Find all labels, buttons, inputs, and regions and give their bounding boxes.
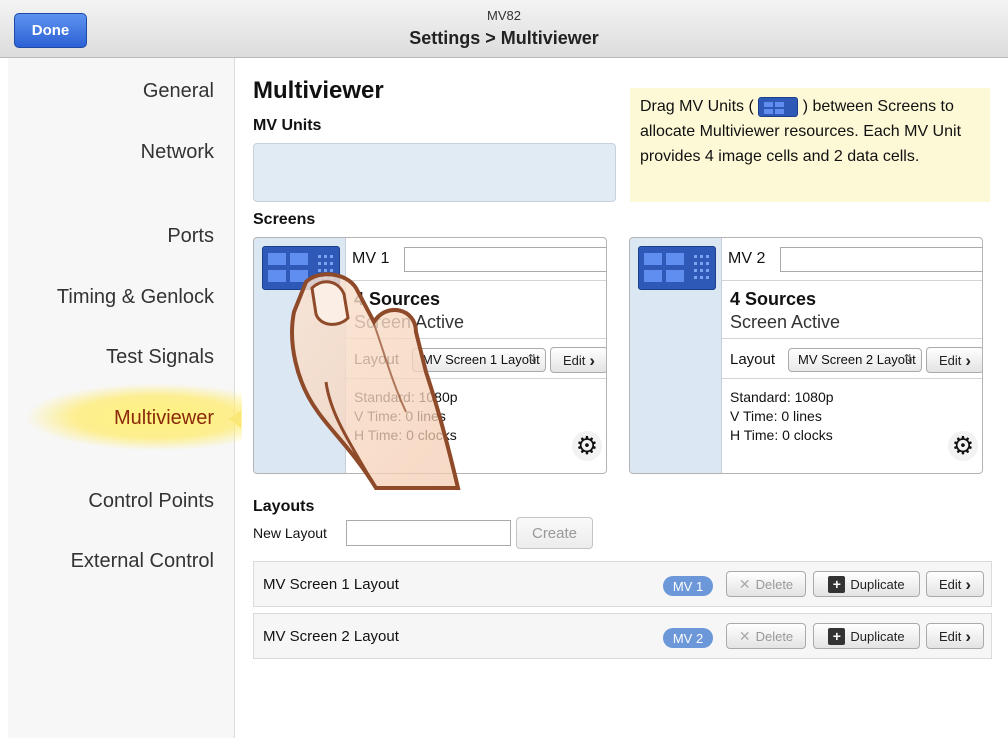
layout-selected-value: MV Screen 2 Layout [798,352,916,367]
mv-unit-icon[interactable] [262,246,340,290]
title-bar: Done MV82 Settings > Multiviewer [0,0,1008,58]
mv-unit-icon [758,96,799,117]
delete-layout-button[interactable]: ✕ Delete [726,571,806,597]
screen-sources-count: 4 Sources [730,289,817,309]
layout-select[interactable]: MV Screen 2 Layout ⇅ [788,348,922,372]
sidebar-item-ports[interactable]: Ports [167,225,214,248]
screen-name-input[interactable] [404,247,606,272]
divider [722,338,982,339]
layouts-heading: Layouts [253,498,315,515]
layout-label: Layout [354,351,400,368]
duplicate-layout-button[interactable]: + Duplicate [813,571,920,597]
edit-label: Edit [562,352,586,368]
layout-name: MV Screen 1 Layout [263,576,399,593]
screen-mv-unit-slot[interactable] [254,238,346,473]
delete-layout-button[interactable]: ✕ Delete [726,623,806,649]
delete-label: Delete [755,576,794,592]
x-icon: ✕ [738,627,751,644]
layout-name: MV Screen 2 Layout [263,628,399,645]
screen-mv-unit-slot[interactable] [630,238,722,473]
delete-label: Delete [755,628,794,644]
divider [346,280,606,281]
new-layout-label: New Layout [253,525,327,541]
h-time-info: H Time: 0 clocks [730,427,833,443]
edit-label: Edit [938,628,962,644]
screen-status: Screen Active [730,312,841,332]
mv-units-dropzone[interactable] [253,143,616,202]
h-time-info: H Time: 0 clocks [354,427,457,443]
edit-layout-button[interactable]: Edit › [926,571,984,597]
screens-heading: Screens [253,211,316,228]
chevron-right-icon: › [965,574,972,594]
layout-select[interactable]: MV Screen 1 Layout ⇅ [412,348,546,372]
chevron-right-icon: › [589,350,596,370]
help-text-start: Drag MV Units ( [640,98,754,115]
select-caret-icon: ⇅ [903,353,913,365]
duplicate-label: Duplicate [850,628,905,644]
gear-icon[interactable]: ⚙ [948,431,978,461]
screen-name-label: MV 1 [352,250,390,267]
layout-row: MV Screen 1 Layout MV 1 ✕ Delete + Duplica… [253,561,992,607]
gear-icon[interactable]: ⚙ [572,431,602,461]
screen-name-input[interactable] [780,247,982,272]
duplicate-icon: + [828,575,846,593]
duplicate-layout-button[interactable]: + Duplicate [813,623,920,649]
sidebar-item-external-control[interactable]: External Control [71,550,214,573]
chevron-right-icon: › [965,626,972,646]
mv-unit-icon[interactable] [638,246,716,290]
create-layout-button[interactable]: Create [516,517,593,549]
sidebar-item-multiviewer[interactable]: Multiviewer [114,407,214,430]
v-time-info: V Time: 0 lines [354,408,446,424]
screen-name-label: MV 2 [728,250,766,267]
edit-label: Edit [938,352,962,368]
x-icon: ✕ [738,575,751,592]
edit-layout-button[interactable]: Edit › [550,347,606,373]
divider [346,338,606,339]
edit-layout-button[interactable]: Edit › [926,347,982,373]
new-layout-input[interactable] [346,520,511,546]
screen-status: Screen Active [354,312,465,332]
edit-label: Edit [938,576,962,592]
help-note: Drag MV Units ( ) between Screens to all… [630,88,990,202]
screen-badge: MV 2 [663,628,713,648]
sidebar-item-general[interactable]: General [143,80,214,103]
layout-label: Layout [730,351,776,368]
active-item-pointer [229,410,241,428]
page-title: Settings > Multiviewer [409,28,599,48]
layout-row: MV Screen 2 Layout MV 2 ✕ Delete + Duplica… [253,613,992,659]
screen-sources-count: 4 Sources [354,289,441,309]
standard-info: Standard: 1080p [730,389,834,405]
standard-info: Standard: 1080p [354,389,458,405]
divider [722,378,982,379]
edit-layout-button[interactable]: Edit › [926,623,984,649]
section-title: Multiviewer [253,77,384,104]
screen-badge: MV 1 [663,576,713,596]
layout-selected-value: MV Screen 1 Layout [422,352,540,367]
divider [722,280,982,281]
screen-card-mv2: MV 2 4 Sources Screen Active Layout MV S… [629,237,983,474]
device-name: MV82 [487,8,521,23]
v-time-info: V Time: 0 lines [730,408,822,424]
sidebar-item-network[interactable]: Network [141,141,214,164]
duplicate-label: Duplicate [850,576,905,592]
select-caret-icon: ⇅ [527,353,537,365]
mv-units-heading: MV Units [253,117,322,134]
divider [346,378,606,379]
screen-card-mv1: MV 1 4 Sources Screen Active Layout MV S… [253,237,607,474]
duplicate-icon: + [828,627,846,645]
sidebar: General Network Ports Timing & Genlock T… [8,58,242,738]
chevron-right-icon: › [965,350,972,370]
sidebar-item-timing-genlock[interactable]: Timing & Genlock [57,286,214,309]
sidebar-item-control-points[interactable]: Control Points [88,490,214,513]
sidebar-item-test-signals[interactable]: Test Signals [106,346,214,369]
